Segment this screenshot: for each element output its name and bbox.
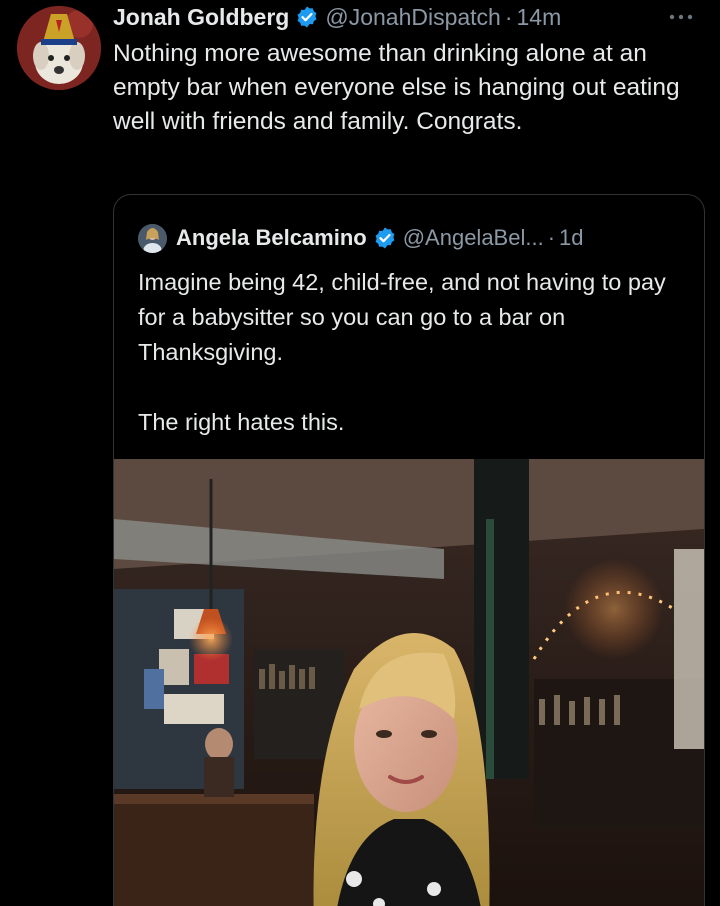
verified-badge-icon xyxy=(375,227,395,249)
ellipsis-icon xyxy=(669,14,693,20)
tweet-text: Nothing more awesome than drinking alone… xyxy=(113,40,680,135)
bar-selfie-image xyxy=(114,459,704,906)
verified-badge-icon xyxy=(297,6,317,28)
dog-avatar-icon xyxy=(17,6,101,90)
person-avatar-icon xyxy=(138,223,167,253)
quoted-tweet-paragraph: Imagine being 42, child-free, and not ha… xyxy=(138,269,666,365)
quoted-tweet-photo[interactable] xyxy=(114,459,704,906)
quoted-tweet-timestamp[interactable]: 1d xyxy=(559,225,583,251)
quoted-tweet-text: Imagine being 42, child-free, and not ha… xyxy=(138,265,693,440)
quoted-author-handle[interactable]: @AngelaBel... xyxy=(403,225,544,251)
author-handle[interactable]: @JonahDispatch xyxy=(325,4,501,31)
author-avatar[interactable] xyxy=(17,6,101,90)
quoted-header-separator: · xyxy=(547,225,556,250)
quoted-author-display-name[interactable]: Angela Belcamino xyxy=(176,225,367,251)
author-display-name[interactable]: Jonah Goldberg xyxy=(113,4,289,31)
more-options-button[interactable] xyxy=(668,4,694,27)
tweet-timestamp[interactable]: 14m xyxy=(517,4,562,31)
quoted-tweet-header: Angela Belcamino @AngelaBel... · 1d xyxy=(138,221,584,255)
tweet[interactable]: Jonah Goldberg @JonahDispatch · 14m Noth… xyxy=(0,0,720,906)
quoted-tweet-paragraph: The right hates this. xyxy=(138,409,345,435)
header-separator: · xyxy=(504,3,513,30)
quoted-tweet-card[interactable]: Angela Belcamino @AngelaBel... · 1d Imag… xyxy=(113,194,705,906)
quoted-author-avatar[interactable] xyxy=(138,223,167,253)
tweet-header: Jonah Goldberg @JonahDispatch · 14m xyxy=(113,0,561,34)
